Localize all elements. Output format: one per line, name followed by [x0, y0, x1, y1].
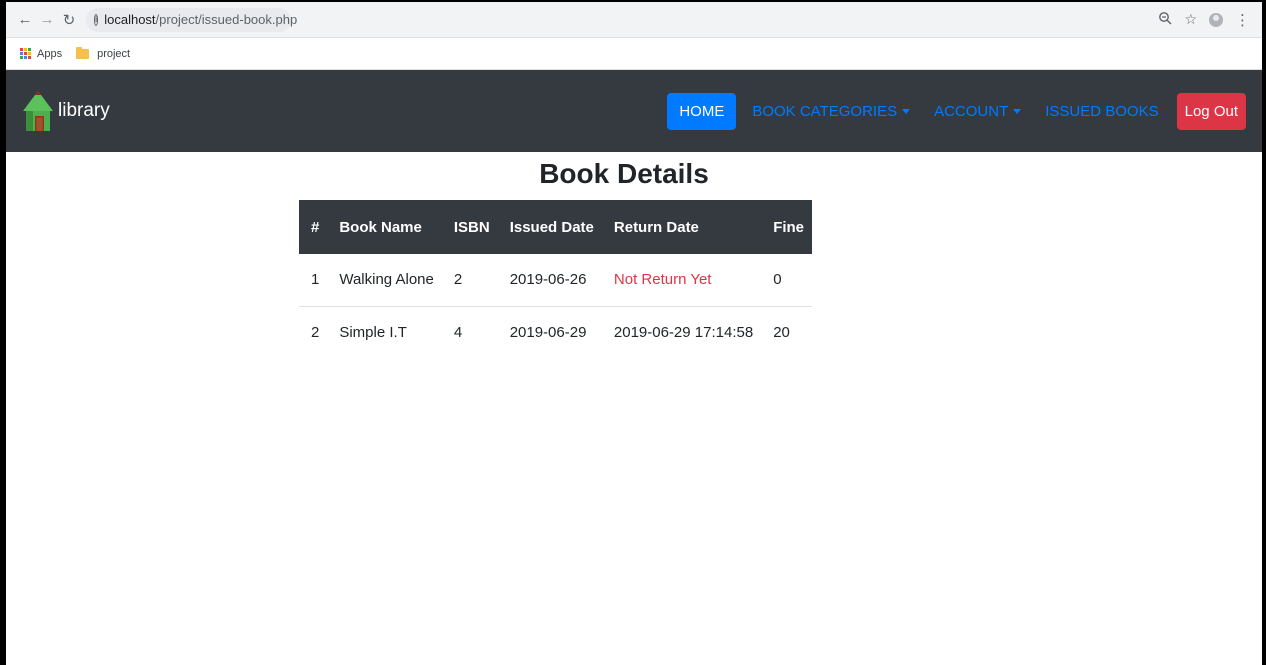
bookmark-label: Apps [37, 47, 63, 60]
brand[interactable]: library [22, 89, 110, 133]
header-fine: Fine [773, 218, 805, 236]
brand-name: library [58, 100, 110, 121]
header-book-name: Book Name [339, 218, 422, 236]
nav-account[interactable]: ACCOUNT [922, 93, 1033, 130]
table-row: 2 Simple I.T 4 2019-06-29 2019-06-29 17:… [299, 305, 813, 358]
header-index: # [311, 218, 320, 236]
cell-index: 2 [299, 305, 328, 358]
cell-isbn: 2 [453, 271, 463, 289]
cell-return-date: Not Return Yet [613, 271, 712, 289]
url-path: /project/issued-book.php [155, 12, 298, 27]
profile-avatar-icon[interactable] [1209, 12, 1223, 27]
bookmark-apps[interactable]: Apps [20, 48, 62, 60]
forward-arrow-icon[interactable]: → [36, 9, 58, 31]
nav-links: HOME BOOK CATEGORIES ACCOUNT ISSUED BOOK… [667, 92, 1246, 130]
page-title: Book Details [539, 158, 709, 189]
nav-book-categories[interactable]: BOOK CATEGORIES [740, 93, 922, 130]
header-issued-date: Issued Date [509, 218, 594, 236]
header-isbn: ISBN [453, 218, 490, 236]
browser-toolbar: ← → ↻ i localhost/project/issued-book.ph… [6, 2, 1262, 38]
cell-index: 1 [311, 271, 320, 289]
address-bar[interactable]: i localhost/project/issued-book.php [86, 7, 297, 32]
app-navbar: library HOME BOOK CATEGORIES ACCOUNT ISS… [6, 70, 1262, 152]
apps-grid-icon [20, 48, 31, 59]
back-arrow-icon[interactable]: ← [14, 9, 36, 31]
bookmark-label: project [97, 47, 131, 60]
url-host: localhost [104, 12, 156, 27]
bookmarks-bar: Apps project [6, 38, 1262, 70]
table-header-row: # Book Name ISBN Issued Date Return Date… [299, 200, 813, 254]
bookmark-project[interactable]: project [76, 46, 131, 60]
cell-book-name: Walking Alone [339, 271, 434, 289]
header-return-date: Return Date [613, 218, 699, 236]
cell-isbn: 4 [441, 305, 498, 358]
library-logo-icon [22, 89, 54, 133]
cell-fine: 0 [773, 271, 782, 289]
cell-fine: 20 [761, 305, 813, 358]
logout-button[interactable]: Log Out [1176, 92, 1246, 130]
nav-home[interactable]: HOME [667, 92, 737, 130]
cell-issued-date: 2019-06-26 [509, 271, 587, 289]
folder-icon [76, 46, 90, 59]
main-content: Book Details # Book Name ISBN Issued Dat… [6, 152, 1262, 358]
cell-return-date: 2019-06-29 17:14:58 [601, 305, 762, 358]
caret-down-icon [902, 109, 911, 115]
cell-issued-date: 2019-06-29 [497, 305, 602, 358]
browser-window: ← → ↻ i localhost/project/issued-book.ph… [6, 2, 1262, 665]
caret-down-icon [1013, 109, 1022, 115]
nav-issued-books[interactable]: ISSUED BOOKS [1033, 93, 1170, 130]
bookmark-star-icon[interactable]: ☆ [1184, 11, 1197, 28]
issued-books-table: # Book Name ISBN Issued Date Return Date… [299, 200, 813, 358]
menu-kebab-icon[interactable]: ⋮ [1235, 11, 1254, 29]
nav-account-label: ACCOUNT [934, 102, 1009, 120]
info-icon[interactable]: i [94, 13, 99, 26]
table-row: 1 Walking Alone 2 2019-06-26 Not Return … [299, 254, 812, 306]
nav-book-categories-label: BOOK CATEGORIES [752, 102, 898, 120]
zoom-icon[interactable] [1158, 11, 1172, 28]
reload-icon[interactable]: ↻ [58, 9, 80, 31]
cell-book-name: Simple I.T [327, 305, 442, 358]
